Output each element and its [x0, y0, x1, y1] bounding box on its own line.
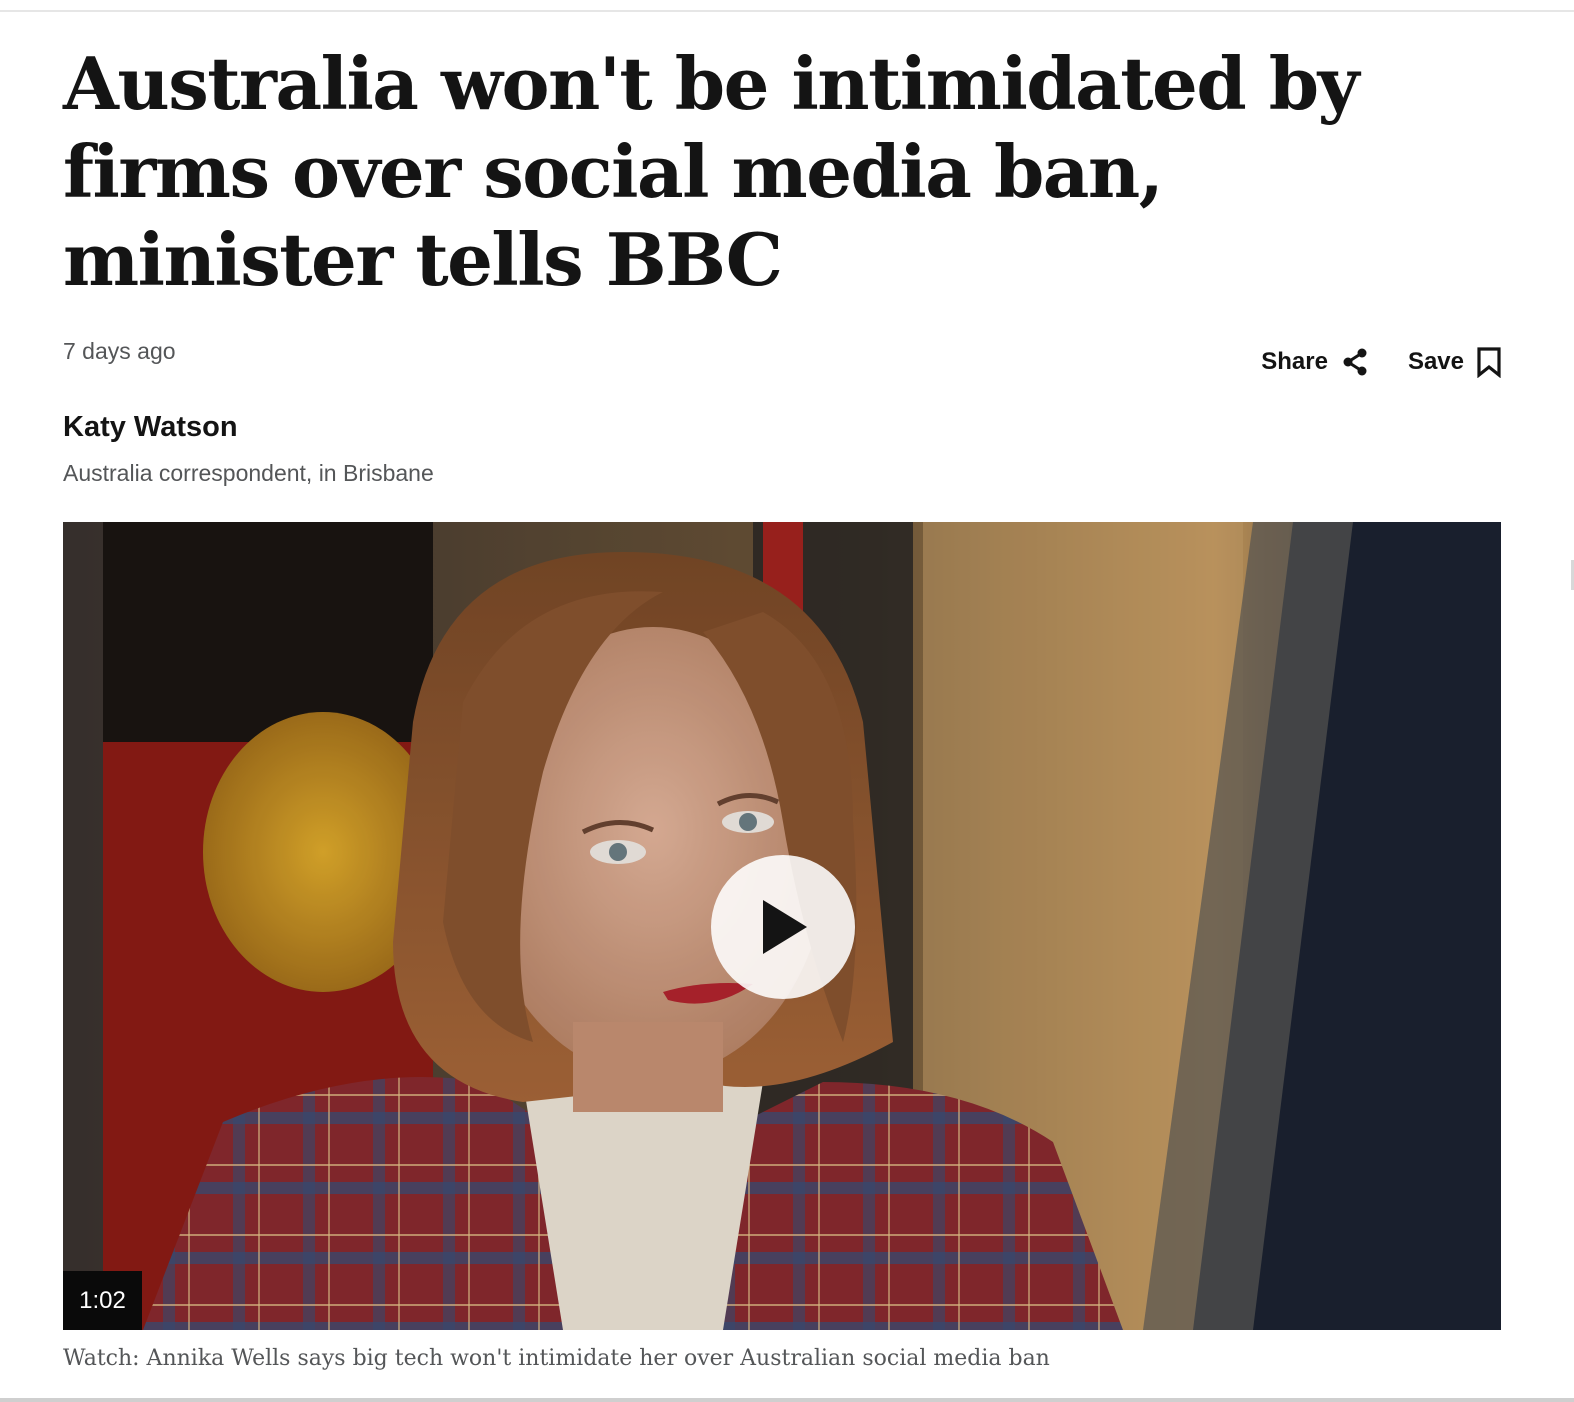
top-divider — [0, 10, 1574, 12]
video-duration-badge: 1:02 — [63, 1271, 142, 1330]
save-button[interactable]: Save — [1408, 346, 1502, 378]
play-icon — [763, 900, 807, 954]
share-icon — [1340, 347, 1370, 377]
article-headline: Australia won't be intimidated by firms … — [63, 41, 1359, 302]
author-name: Katy Watson — [63, 411, 238, 443]
bookmark-icon — [1476, 346, 1502, 378]
article-timestamp: 7 days ago — [63, 338, 176, 364]
share-button[interactable]: Share — [1261, 347, 1370, 377]
save-button-label: Save — [1407, 348, 1464, 375]
author-role: Australia correspondent, in Brisbane — [63, 460, 434, 486]
play-button[interactable] — [711, 855, 855, 999]
bottom-divider — [0, 1398, 1574, 1402]
share-button-label: Share — [1261, 348, 1328, 375]
article-actions: Share Save — [1261, 346, 1502, 378]
video-player[interactable]: 1:02 — [63, 522, 1501, 1330]
video-caption: Watch: Annika Wells says big tech won't … — [63, 1346, 1050, 1371]
